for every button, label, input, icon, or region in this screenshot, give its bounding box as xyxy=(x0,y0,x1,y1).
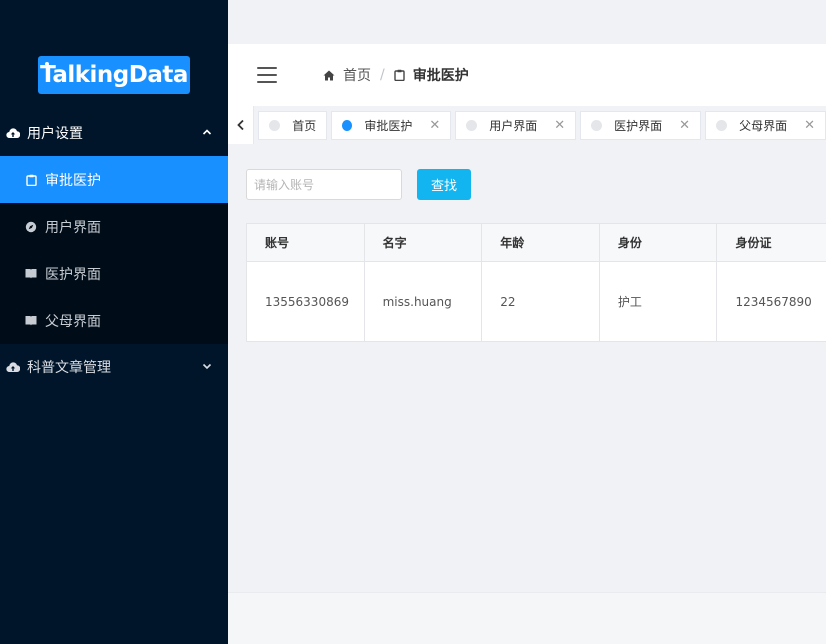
main-content: 查找 账号 名字 年龄 身份 身份证 13556330869 miss.huan… xyxy=(228,144,826,592)
chevron-left-icon xyxy=(236,119,244,131)
tab-label: 审批医护 xyxy=(364,118,413,133)
sidebar-item-approve-medical[interactable]: 审批医护 xyxy=(0,156,228,203)
close-icon[interactable]: ✕ xyxy=(429,118,440,133)
table-cell: 13556330869 xyxy=(247,262,365,341)
logo-dot xyxy=(45,62,49,66)
tabs-bar: 首页 审批医护 ✕ 用户界面 ✕ 医护界面 ✕ 父母界面 ✕ xyxy=(228,106,826,144)
tabs-scroll-left[interactable] xyxy=(228,106,255,144)
close-icon[interactable]: ✕ xyxy=(679,118,690,133)
table-cell: miss.huang xyxy=(365,262,483,341)
sidebar-item-label: 用户界面 xyxy=(45,219,101,236)
tab-label: 用户界面 xyxy=(489,118,538,133)
submenu-user-settings: 审批医护 用户界面 医护界面 父母界面 xyxy=(0,156,228,344)
breadcrumb: 首页 / 审批医护 xyxy=(323,65,469,85)
header: 首页 / 审批医护 xyxy=(228,44,826,106)
column-header: 账号 xyxy=(247,224,365,261)
tab-status-dot xyxy=(466,119,478,131)
tab-status-dot xyxy=(269,119,281,131)
footer xyxy=(228,592,826,644)
breadcrumb-separator: / xyxy=(380,67,385,83)
account-search-input[interactable] xyxy=(246,169,402,200)
column-header: 名字 xyxy=(365,224,483,261)
menu-group-label: 科普文章管理 xyxy=(27,360,111,376)
chevron-down-icon xyxy=(202,363,212,370)
menu-toggle-icon[interactable] xyxy=(257,67,277,83)
tab-status-dot xyxy=(342,119,353,131)
book-icon xyxy=(25,315,37,327)
sidebar-item-label: 医护界面 xyxy=(45,266,101,283)
tab-label: 医护界面 xyxy=(614,118,663,133)
logo-text: TalkingData xyxy=(40,62,188,88)
menu-group-user-settings[interactable]: 用户设置 xyxy=(0,110,228,156)
column-header: 身份 xyxy=(600,224,718,261)
sidebar: TalkingData 用户设置 审批医护 用户界面 医护界面 父母界面 科普文… xyxy=(0,0,228,644)
table-header: 账号 名字 年龄 身份 身份证 xyxy=(247,224,826,262)
tab-label: 首页 xyxy=(292,118,317,133)
sidebar-item-medical-ui[interactable]: 医护界面 xyxy=(0,250,228,297)
search-row: 查找 xyxy=(246,169,471,200)
tab-approve-medical[interactable]: 审批医护 ✕ xyxy=(331,110,452,140)
table-row[interactable]: 13556330869 miss.huang 22 护工 1234567890 xyxy=(247,262,826,341)
sidebar-item-label: 父母界面 xyxy=(45,313,101,330)
sidebar-item-label: 审批医护 xyxy=(45,172,101,189)
chevron-up-icon xyxy=(202,129,212,135)
tab-status-dot xyxy=(716,119,728,131)
sidebar-item-parent-ui[interactable]: 父母界面 xyxy=(0,297,228,344)
logo: TalkingData xyxy=(38,56,190,94)
close-icon[interactable]: ✕ xyxy=(554,118,565,133)
top-strip xyxy=(228,0,826,44)
tab-label: 父母界面 xyxy=(739,118,788,133)
cloud-upload-icon xyxy=(6,360,20,374)
tab-medical-ui[interactable]: 医护界面 ✕ xyxy=(580,110,702,140)
clipboard-icon xyxy=(394,69,405,81)
logo-area: TalkingData xyxy=(0,0,228,110)
tab-status-dot xyxy=(591,119,603,131)
compass-icon xyxy=(25,221,37,233)
cloud-upload-icon xyxy=(6,126,20,140)
data-table: 账号 名字 年龄 身份 身份证 13556330869 miss.huang 2… xyxy=(246,223,826,342)
home-icon xyxy=(323,70,335,81)
breadcrumb-current: 审批医护 xyxy=(412,68,469,84)
tab-home[interactable]: 首页 xyxy=(258,110,328,140)
tab-user-ui[interactable]: 用户界面 ✕ xyxy=(455,110,577,140)
menu-group-label: 用户设置 xyxy=(27,126,83,142)
table-cell: 护工 xyxy=(600,262,718,341)
breadcrumb-home[interactable]: 首页 xyxy=(343,65,371,85)
book-icon xyxy=(25,268,37,280)
sidebar-item-user-ui[interactable]: 用户界面 xyxy=(0,203,228,250)
table-cell: 22 xyxy=(482,262,600,341)
clipboard-icon xyxy=(25,174,37,186)
column-header: 身份证 xyxy=(735,236,772,250)
menu-group-article-management[interactable]: 科普文章管理 xyxy=(0,344,228,390)
search-button[interactable]: 查找 xyxy=(417,169,471,200)
tab-parent-ui[interactable]: 父母界面 ✕ xyxy=(705,110,826,140)
table-cell: 1234567890 xyxy=(735,294,812,309)
close-icon[interactable]: ✕ xyxy=(804,118,815,133)
column-header: 年龄 xyxy=(482,224,600,261)
